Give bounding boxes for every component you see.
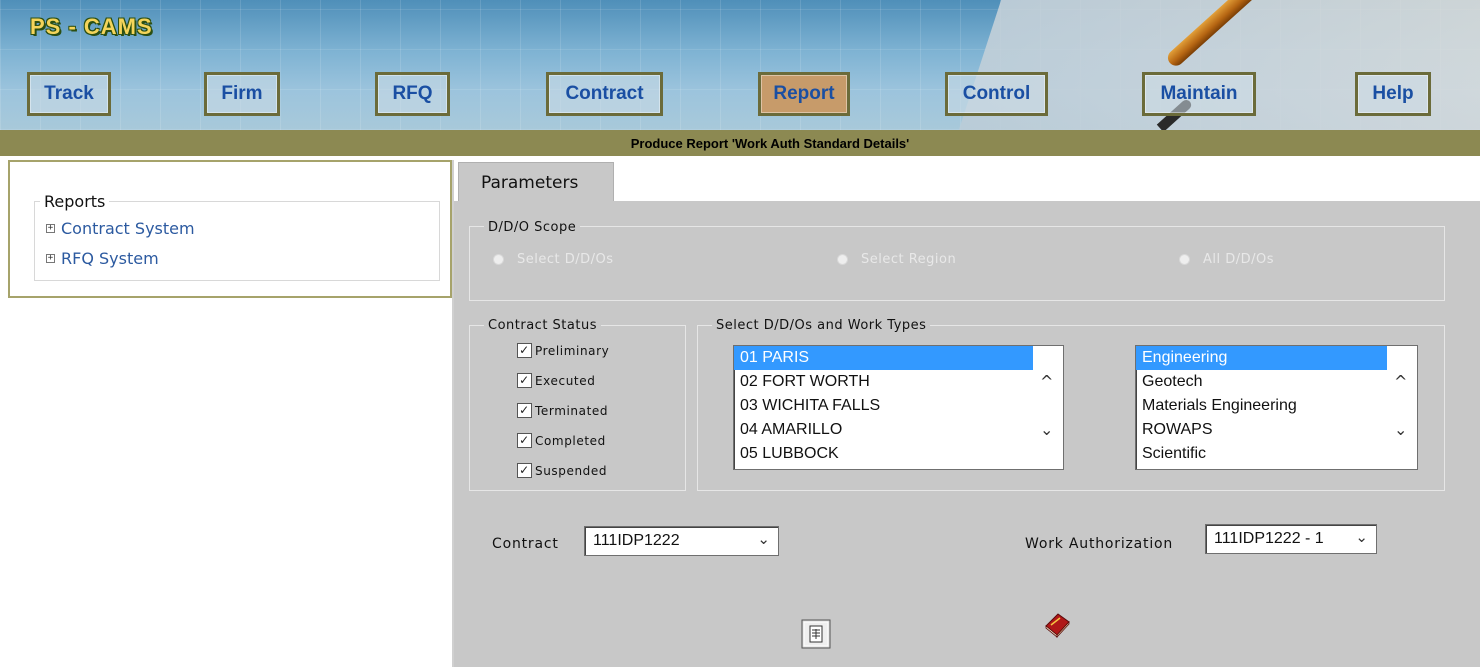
nav-report-button[interactable]: Report	[758, 72, 850, 116]
checkbox-label: Executed	[535, 373, 596, 388]
ddo-scope-legend: D/D/O Scope	[484, 220, 581, 235]
parameters-panel: D/D/O Scope Select D/D/Os Select Region …	[454, 201, 1480, 667]
radio-dot-icon[interactable]	[1180, 255, 1189, 264]
nav-contract-button[interactable]: Contract	[546, 72, 663, 116]
checkmark-icon[interactable]: ✓	[517, 403, 532, 418]
page-subtitle-bar: Produce Report 'Work Auth Standard Detai…	[0, 130, 1480, 156]
work-authorization-label: Work Authorization	[1025, 536, 1174, 552]
radio-select-ddos[interactable]: Select D/D/Os	[494, 252, 614, 267]
nav-maintain-button[interactable]: Maintain	[1142, 72, 1256, 116]
radio-dot-icon[interactable]	[838, 255, 847, 264]
radio-label: All D/D/Os	[1203, 252, 1275, 267]
expand-icon[interactable]: +	[46, 254, 55, 263]
work-types-listbox[interactable]: Engineering Geotech Materials Engineerin…	[1135, 345, 1418, 470]
checkbox-terminated[interactable]: ✓ Terminated	[517, 403, 608, 418]
run-report-book-icon[interactable]	[1042, 609, 1072, 639]
checkmark-icon[interactable]: ✓	[517, 373, 532, 388]
scroll-up-icon[interactable]: ^	[1040, 372, 1053, 391]
report-preview-icon[interactable]	[801, 619, 831, 649]
work-authorization-select[interactable]: 111IDP1222 - 1 ⌄	[1205, 524, 1377, 554]
scrollbar[interactable]: ^ ⌄	[1033, 346, 1063, 469]
expand-icon[interactable]: +	[46, 224, 55, 233]
checkmark-icon[interactable]: ✓	[517, 343, 532, 358]
checkbox-executed[interactable]: ✓ Executed	[517, 373, 595, 388]
radio-all-ddos[interactable]: All D/D/Os	[1180, 252, 1274, 267]
ddo-listbox[interactable]: 01 PARIS 02 FORT WORTH 03 WICHITA FALLS …	[733, 345, 1064, 470]
list-item[interactable]: ROWAPS	[1136, 418, 1387, 442]
radio-dot-icon[interactable]	[494, 255, 503, 264]
list-item[interactable]: 03 WICHITA FALLS	[734, 394, 1033, 418]
chevron-down-icon[interactable]: ⌄	[1355, 528, 1368, 546]
checkmark-icon[interactable]: ✓	[517, 463, 532, 478]
tree-item-rfq-system[interactable]: + RFQ System	[46, 249, 159, 268]
contract-select[interactable]: 111IDP1222 ⌄	[584, 526, 779, 556]
tree-item-contract-system[interactable]: + Contract System	[46, 219, 195, 238]
chevron-down-icon[interactable]: ⌄	[757, 530, 770, 548]
checkbox-suspended[interactable]: ✓ Suspended	[517, 463, 607, 478]
list-item[interactable]: 05 LUBBOCK	[734, 442, 1033, 466]
scroll-down-icon[interactable]: ⌄	[1394, 420, 1407, 439]
contract-select-value: 111IDP1222	[593, 532, 680, 549]
scroll-up-icon[interactable]: ^	[1394, 372, 1407, 391]
radio-label: Select Region	[861, 252, 957, 267]
checkmark-icon[interactable]: ✓	[517, 433, 532, 448]
list-item[interactable]: Engineering	[1136, 346, 1387, 370]
page-subtitle: Produce Report 'Work Auth Standard Detai…	[630, 135, 910, 151]
ddo-scope-group	[469, 226, 1445, 301]
reports-legend: Reports	[40, 192, 110, 211]
tab-parameters[interactable]: Parameters	[458, 162, 614, 202]
radio-select-region[interactable]: Select Region	[838, 252, 956, 267]
scroll-down-icon[interactable]: ⌄	[1040, 420, 1053, 439]
nav-rfq-button[interactable]: RFQ	[375, 72, 450, 116]
nav-firm-button[interactable]: Firm	[204, 72, 280, 116]
nav-help-button[interactable]: Help	[1355, 72, 1431, 116]
list-item[interactable]: Materials Engineering	[1136, 394, 1387, 418]
checkbox-preliminary[interactable]: ✓ Preliminary	[517, 343, 609, 358]
scrollbar[interactable]: ^ ⌄	[1387, 346, 1417, 469]
header-banner: PS - CAMS Track Firm RFQ Contract Report…	[0, 0, 1480, 130]
list-item[interactable]: 02 FORT WORTH	[734, 370, 1033, 394]
nav-control-button[interactable]: Control	[945, 72, 1048, 116]
checkbox-label: Terminated	[535, 403, 609, 418]
work-authorization-select-value: 111IDP1222 - 1	[1214, 530, 1324, 547]
tree-item-label: Contract System	[61, 219, 195, 238]
list-item[interactable]: 01 PARIS	[734, 346, 1033, 370]
reports-tree-panel: Reports + Contract System + RFQ System	[8, 160, 452, 298]
radio-label: Select D/D/Os	[517, 252, 614, 267]
list-item[interactable]: 04 AMARILLO	[734, 418, 1033, 442]
contract-status-legend: Contract Status	[484, 318, 601, 333]
tree-item-label: RFQ System	[61, 249, 159, 268]
app-title: PS - CAMS	[30, 14, 153, 39]
checkbox-label: Completed	[535, 433, 606, 448]
checkbox-completed[interactable]: ✓ Completed	[517, 433, 606, 448]
list-item[interactable]: Scientific	[1136, 442, 1387, 466]
nav-track-button[interactable]: Track	[27, 72, 111, 116]
reports-group-box	[34, 201, 440, 281]
list-item[interactable]: Geotech	[1136, 370, 1387, 394]
ddo-work-types-legend: Select D/D/Os and Work Types	[712, 318, 931, 333]
checkbox-label: Preliminary	[535, 343, 610, 358]
contract-label: Contract	[492, 536, 559, 552]
checkbox-label: Suspended	[535, 463, 608, 478]
